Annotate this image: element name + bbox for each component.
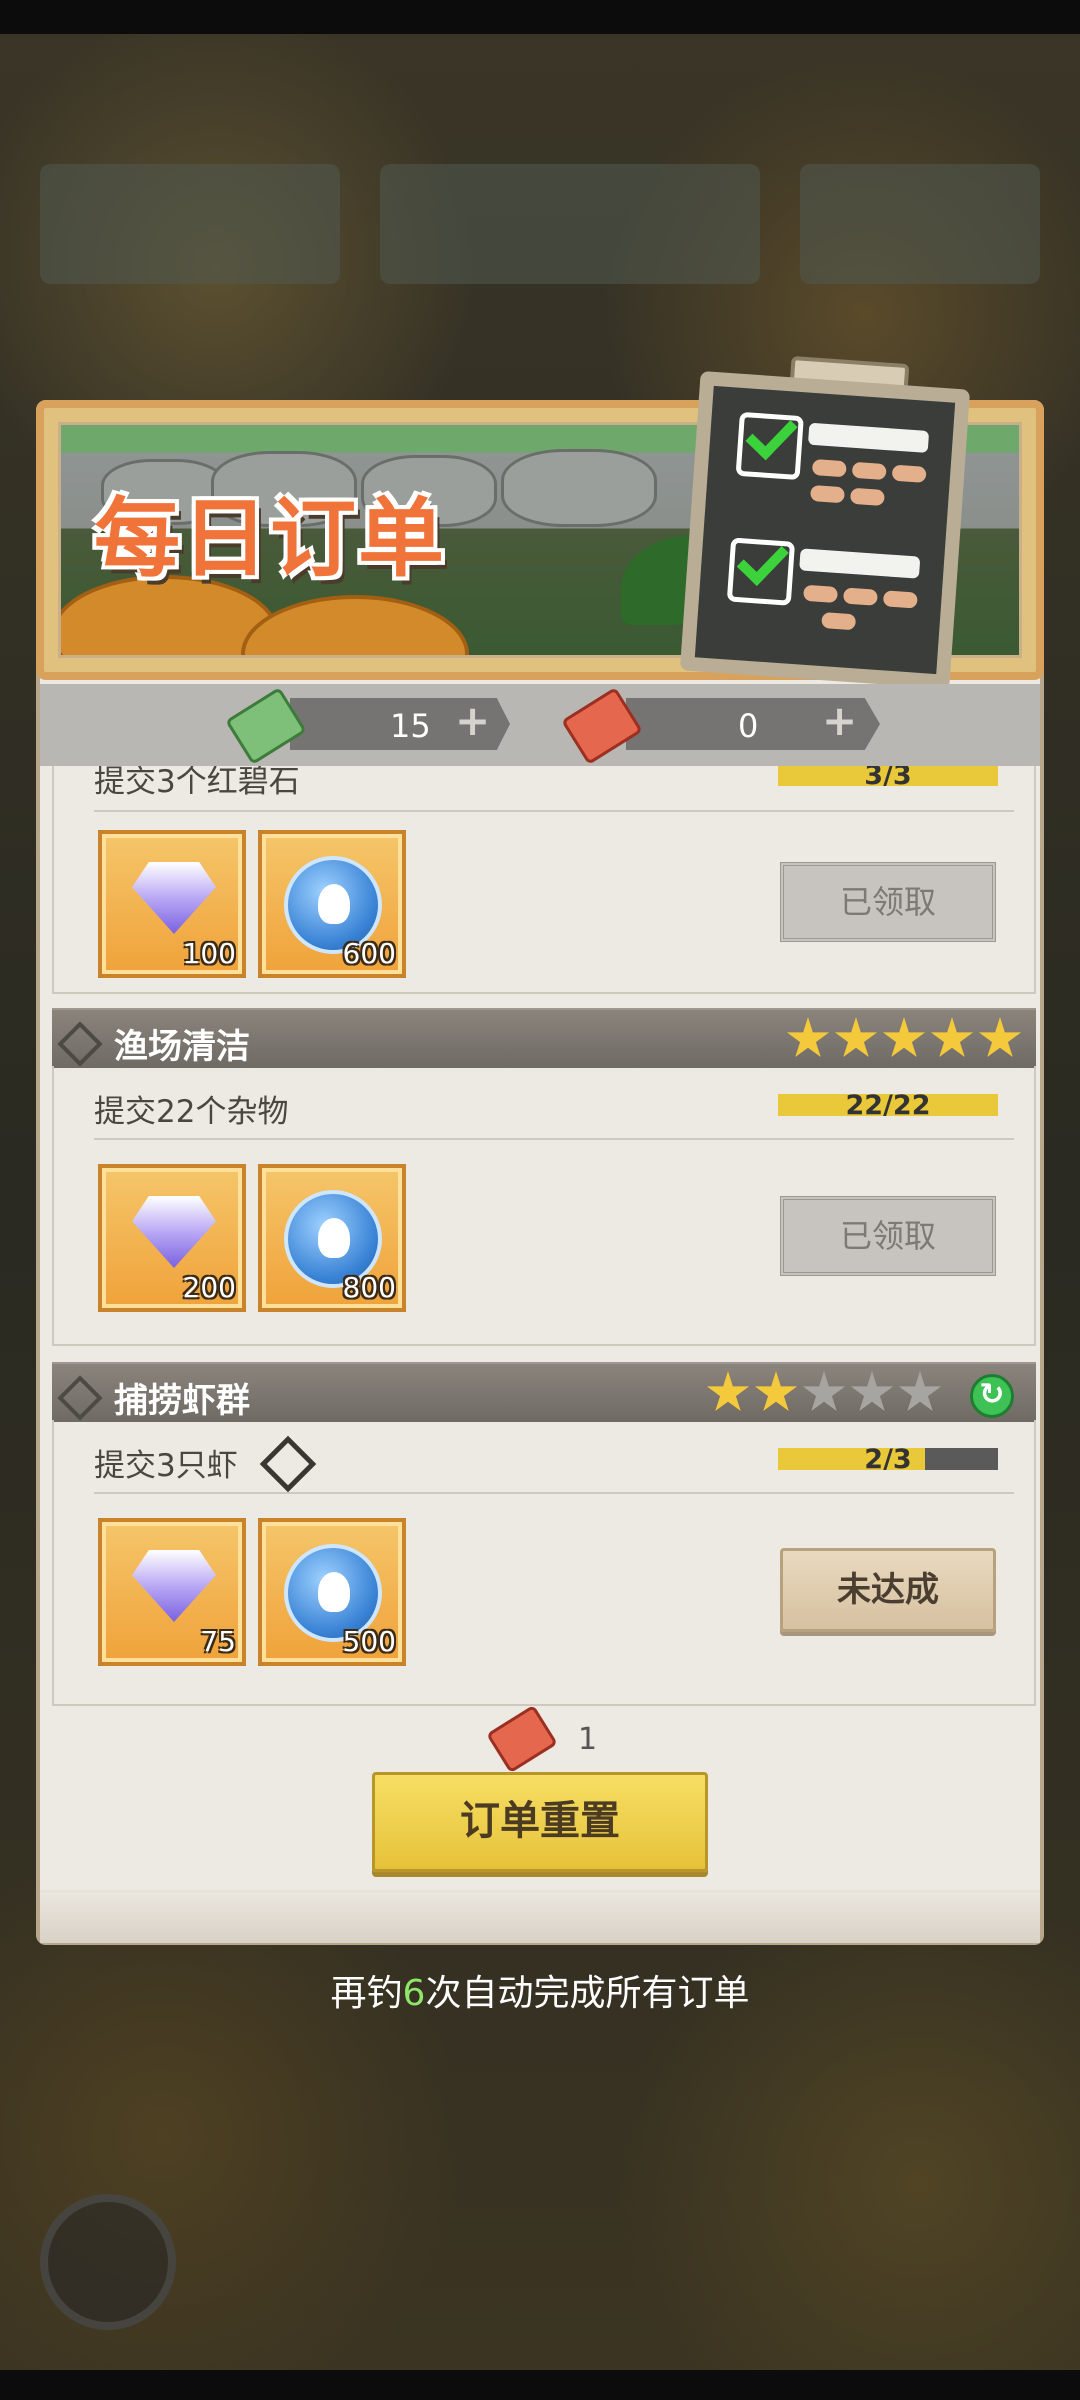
order-task: 提交22个杂物 [94, 1094, 289, 1130]
reward-coin: 800 [258, 1164, 406, 1312]
add-green-ticket-button[interactable]: + [455, 698, 490, 745]
order-card: 提交3个红碧石 3/3 100 600 已领取 [52, 766, 1036, 994]
hint-count: 6 [402, 1973, 426, 2014]
progress-bar: 2/3 [778, 1448, 998, 1470]
star-icon [882, 1017, 926, 1058]
target-icon[interactable] [259, 1435, 317, 1493]
green-ticket-counter: 15 + [290, 698, 510, 750]
star-icon [930, 1017, 974, 1058]
star-icon [898, 1371, 942, 1412]
reward-qty: 100 [182, 937, 236, 970]
checklist-board-icon [679, 370, 971, 690]
progress-text: 2/3 [864, 1448, 912, 1470]
currency-row: 15 + 0 + [40, 684, 1040, 766]
reward-gem: 100 [98, 830, 246, 978]
reset-cost: 1 [578, 1722, 598, 1757]
diamond-icon [57, 1021, 103, 1067]
panel-footer [40, 1890, 1040, 1943]
reward-qty: 800 [342, 1271, 396, 1304]
order-header: 捕捞虾群 ↻ [52, 1362, 1036, 1422]
progress-bar: 22/22 [778, 1094, 998, 1116]
navigation-bar [0, 2370, 1080, 2400]
diamond-icon [57, 1375, 103, 1421]
red-ticket-counter: 0 + [626, 698, 880, 750]
red-ticket-count: 0 [738, 707, 759, 745]
order-header: 渔场清洁 [52, 1008, 1036, 1068]
order-task: 提交3只虾 [94, 1448, 238, 1484]
green-ticket-count: 15 [390, 707, 431, 745]
gem-icon [132, 1550, 216, 1622]
reward-coin: 500 [258, 1518, 406, 1666]
reward-gem: 200 [98, 1164, 246, 1312]
progress-text: 22/22 [845, 1094, 931, 1116]
reward-qty: 600 [342, 937, 396, 970]
reset-orders-button[interactable]: 订单重置 [372, 1772, 708, 1872]
unfinished-button[interactable]: 未达成 [780, 1548, 996, 1632]
order-list[interactable]: 提交3个红碧石 3/3 100 600 已领取 渔场清洁 提交22个杂物 22/… [52, 766, 1036, 1706]
gem-icon [132, 862, 216, 934]
gem-icon [132, 1196, 216, 1268]
claimed-button[interactable]: 已领取 [780, 1196, 996, 1276]
star-icon [834, 1017, 878, 1058]
progress-bar: 3/3 [778, 766, 998, 786]
hint-prefix: 再钓 [330, 1973, 403, 2014]
order-task: 提交3个红碧石 [94, 766, 300, 800]
reward-qty: 75 [200, 1625, 236, 1658]
order-title: 渔场清洁 [114, 1027, 250, 1067]
star-icon [786, 1017, 830, 1058]
reward-coin: 600 [258, 830, 406, 978]
star-icon [978, 1017, 1022, 1058]
banner-title: 每日订单 [94, 489, 446, 589]
order-title: 捕捞虾群 [114, 1381, 250, 1421]
star-icon [802, 1371, 846, 1412]
refresh-icon[interactable]: ↻ [970, 1374, 1014, 1418]
star-icon [754, 1371, 798, 1412]
auto-complete-hint: 再钓6次自动完成所有订单 [0, 1964, 1080, 2016]
add-red-ticket-button[interactable]: + [822, 698, 857, 745]
status-bar [0, 0, 1080, 34]
reward-qty: 500 [342, 1625, 396, 1658]
order-card: 提交3只虾 2/3 75 500 未达成 [52, 1420, 1036, 1706]
order-card: 提交22个杂物 22/22 200 800 已领取 [52, 1066, 1036, 1346]
claimed-button[interactable]: 已领取 [780, 862, 996, 942]
hint-suffix: 次自动完成所有订单 [425, 1973, 750, 2014]
reward-qty: 200 [182, 1271, 236, 1304]
star-icon [706, 1371, 750, 1412]
reward-gem: 75 [98, 1518, 246, 1666]
star-icon [850, 1371, 894, 1412]
progress-text: 3/3 [864, 766, 912, 786]
